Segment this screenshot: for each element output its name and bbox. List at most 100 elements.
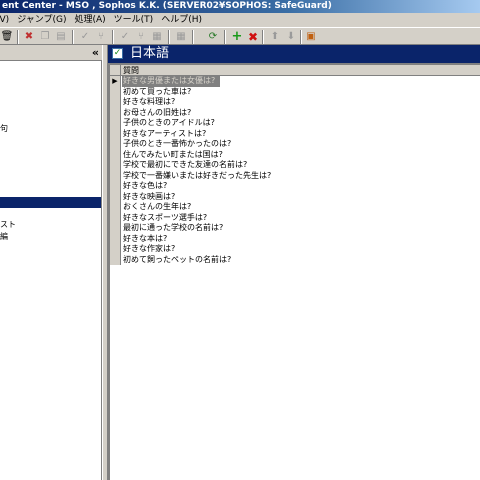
table-row[interactable]: 住んでみたい町または国は? xyxy=(110,149,480,161)
row-indicator[interactable] xyxy=(110,212,121,223)
grid-rows: ▶ 好きな男優または女優は? 初めて買った車は? 好きな料理は? お母さんの旧姓は? 子供… xyxy=(110,76,480,265)
question-cell[interactable]: 好きなスポーツ選手は? xyxy=(123,213,207,224)
table-row[interactable]: 好きな作家は? xyxy=(110,244,480,255)
branch-icon[interactable]: ⑂ xyxy=(94,30,108,44)
question-cell[interactable]: 好きな料理は? xyxy=(123,97,175,108)
table-row[interactable]: お母さんの旧姓は? xyxy=(110,107,480,119)
table-row[interactable]: 子供のときのアイドルは? xyxy=(110,118,480,129)
question-cell[interactable]: 学校で最初にできた友達の名前は? xyxy=(123,160,247,171)
column-header-question[interactable]: 質問 xyxy=(123,65,139,76)
table-row[interactable]: 子供のとき一番怖かったのは? xyxy=(110,139,480,150)
copy-icon[interactable]: ❐ xyxy=(38,30,52,44)
question-cell[interactable]: お母さんの旧姓は? xyxy=(123,108,191,119)
question-cell[interactable]: 好きな男優または女優は? xyxy=(122,76,220,87)
table-row[interactable]: 最初に通った学校の名前は? xyxy=(110,223,480,234)
menu-tools[interactable]: ツール(T) xyxy=(112,13,160,27)
question-cell[interactable]: 好きなアーティストは? xyxy=(123,129,206,140)
menu-view[interactable]: (V) xyxy=(0,13,15,27)
refresh-icon[interactable]: ⟳ xyxy=(206,30,220,44)
tree-item[interactable]: 句 xyxy=(0,124,8,134)
row-indicator[interactable] xyxy=(110,97,121,108)
language-icon: ✓ xyxy=(112,48,123,59)
question-cell[interactable]: 住んでみたい町または国は? xyxy=(123,150,223,161)
question-cell[interactable]: 最初に通った学校の名前は? xyxy=(123,223,223,234)
toolbar-separator xyxy=(112,30,114,44)
row-indicator[interactable] xyxy=(110,202,121,213)
row-indicator[interactable] xyxy=(110,160,121,171)
question-cell[interactable]: おくさんの生年は? xyxy=(123,202,191,213)
row-indicator[interactable] xyxy=(110,223,121,234)
row-indicator[interactable] xyxy=(110,139,121,150)
row-indicator[interactable] xyxy=(110,107,121,118)
row-indicator[interactable] xyxy=(110,191,121,202)
row-indicator[interactable] xyxy=(110,254,121,265)
row-indicator[interactable] xyxy=(110,170,121,181)
question-cell[interactable]: 初めて飼ったペットの名前は? xyxy=(123,255,231,266)
toolbar-separator xyxy=(192,30,194,44)
menu-jump[interactable]: ジャンプ(G) xyxy=(15,13,72,27)
up-icon[interactable]: ⬆ xyxy=(268,30,282,44)
export-icon[interactable]: ▣ xyxy=(304,30,318,44)
title-bar: ent Center - MSO , Sophos K.K. (SERVER02… xyxy=(0,0,480,13)
toolbar-separator xyxy=(72,30,74,44)
check2-icon[interactable]: ✓ xyxy=(118,30,132,44)
table-row[interactable]: 好きな映画は? xyxy=(110,191,480,203)
content-pane: ✓ 日本語 質問 ▶ 好きな男優または女優は? 初めて買った車は? 好きな料理は? お母… xyxy=(108,45,480,480)
question-cell[interactable]: 好きな本は? xyxy=(123,234,167,245)
toolbar-separator xyxy=(168,30,170,44)
row-indicator[interactable] xyxy=(110,181,121,192)
question-cell[interactable]: 学校で一番嫌いまたは好きだった先生は? xyxy=(123,171,271,182)
row-indicator[interactable]: ▶ xyxy=(110,76,121,87)
table-row[interactable]: 好きな料理は? xyxy=(110,97,480,108)
table-row[interactable]: 初めて飼ったペットの名前は? xyxy=(110,254,480,266)
add-icon[interactable]: + xyxy=(230,30,244,44)
menu-action[interactable]: 処理(A) xyxy=(72,13,111,27)
tree-icon[interactable]: ⑂ xyxy=(134,30,148,44)
table-row[interactable]: 好きな色は? xyxy=(110,181,480,192)
grid-header: 質問 xyxy=(110,65,480,76)
question-cell[interactable]: 初めて買った車は? xyxy=(123,87,191,98)
question-cell[interactable]: 子供のときのアイドルは? xyxy=(123,118,215,129)
row-indicator[interactable] xyxy=(110,118,121,129)
table-row[interactable]: 好きな本は? xyxy=(110,233,480,245)
table-row[interactable]: 学校で最初にできた友達の名前は? xyxy=(110,160,480,171)
grid2-icon[interactable]: ▦ xyxy=(174,30,188,44)
table-row[interactable]: 学校で一番嫌いまたは好きだった先生は? xyxy=(110,170,480,182)
menu-bar: (V) ジャンプ(G) 処理(A) ツール(T) ヘルプ(H) xyxy=(0,13,480,27)
navigation-pane-header: « xyxy=(0,45,102,61)
row-indicator[interactable] xyxy=(110,128,121,139)
table-row[interactable]: 好きなスポーツ選手は? xyxy=(110,212,480,224)
table-row[interactable]: おくさんの生年は? xyxy=(110,202,480,213)
toolbar-separator xyxy=(262,30,264,44)
question-cell[interactable]: 子供のとき一番怖かったのは? xyxy=(123,139,231,150)
content-header: ✓ 日本語 xyxy=(108,45,480,63)
question-cell[interactable]: 好きな色は? xyxy=(123,181,167,192)
toolbar-separator xyxy=(300,30,302,44)
grid-icon[interactable]: ▦ xyxy=(150,30,164,44)
down-icon[interactable]: ⬇ xyxy=(284,30,298,44)
question-cell[interactable]: 好きな作家は? xyxy=(123,244,175,255)
question-cell[interactable]: 好きな映画は? xyxy=(123,192,175,203)
collapse-icon[interactable]: « xyxy=(92,46,99,59)
row-indicator[interactable] xyxy=(110,86,121,97)
delete-doc-icon[interactable]: ✖ xyxy=(22,30,36,44)
toolbar: 🗑 ✖ ❐ ▤ ✓ ⑂ ✓ ⑂ ▦ ▦ ⟳ + ✖ ⬆ ⬇ ▣ xyxy=(0,27,480,45)
table-row[interactable]: 好きなアーティストは? xyxy=(110,128,480,140)
check-icon[interactable]: ✓ xyxy=(78,30,92,44)
tree-item-selected[interactable] xyxy=(0,197,101,208)
row-indicator[interactable] xyxy=(110,244,121,255)
trash-icon[interactable]: 🗑 xyxy=(0,30,14,44)
tree-item[interactable]: 編 xyxy=(0,232,8,242)
table-row[interactable]: ▶ 好きな男優または女優は? xyxy=(110,76,480,87)
grid-corner xyxy=(110,65,121,76)
row-indicator[interactable] xyxy=(110,233,121,244)
row-indicator[interactable] xyxy=(110,149,121,160)
questions-grid: 質問 ▶ 好きな男優または女優は? 初めて買った車は? 好きな料理は? お母さんの旧姓は… xyxy=(110,65,480,265)
tree-item[interactable]: スト xyxy=(0,220,16,230)
window-title: ent Center - MSO , Sophos K.K. (SERVER02… xyxy=(2,1,332,11)
table-row[interactable]: 初めて買った車は? xyxy=(110,86,480,98)
remove-icon[interactable]: ✖ xyxy=(246,30,260,44)
paste-icon[interactable]: ▤ xyxy=(54,30,68,44)
menu-help[interactable]: ヘルプ(H) xyxy=(159,13,208,27)
content-title: 日本語 xyxy=(130,46,170,61)
